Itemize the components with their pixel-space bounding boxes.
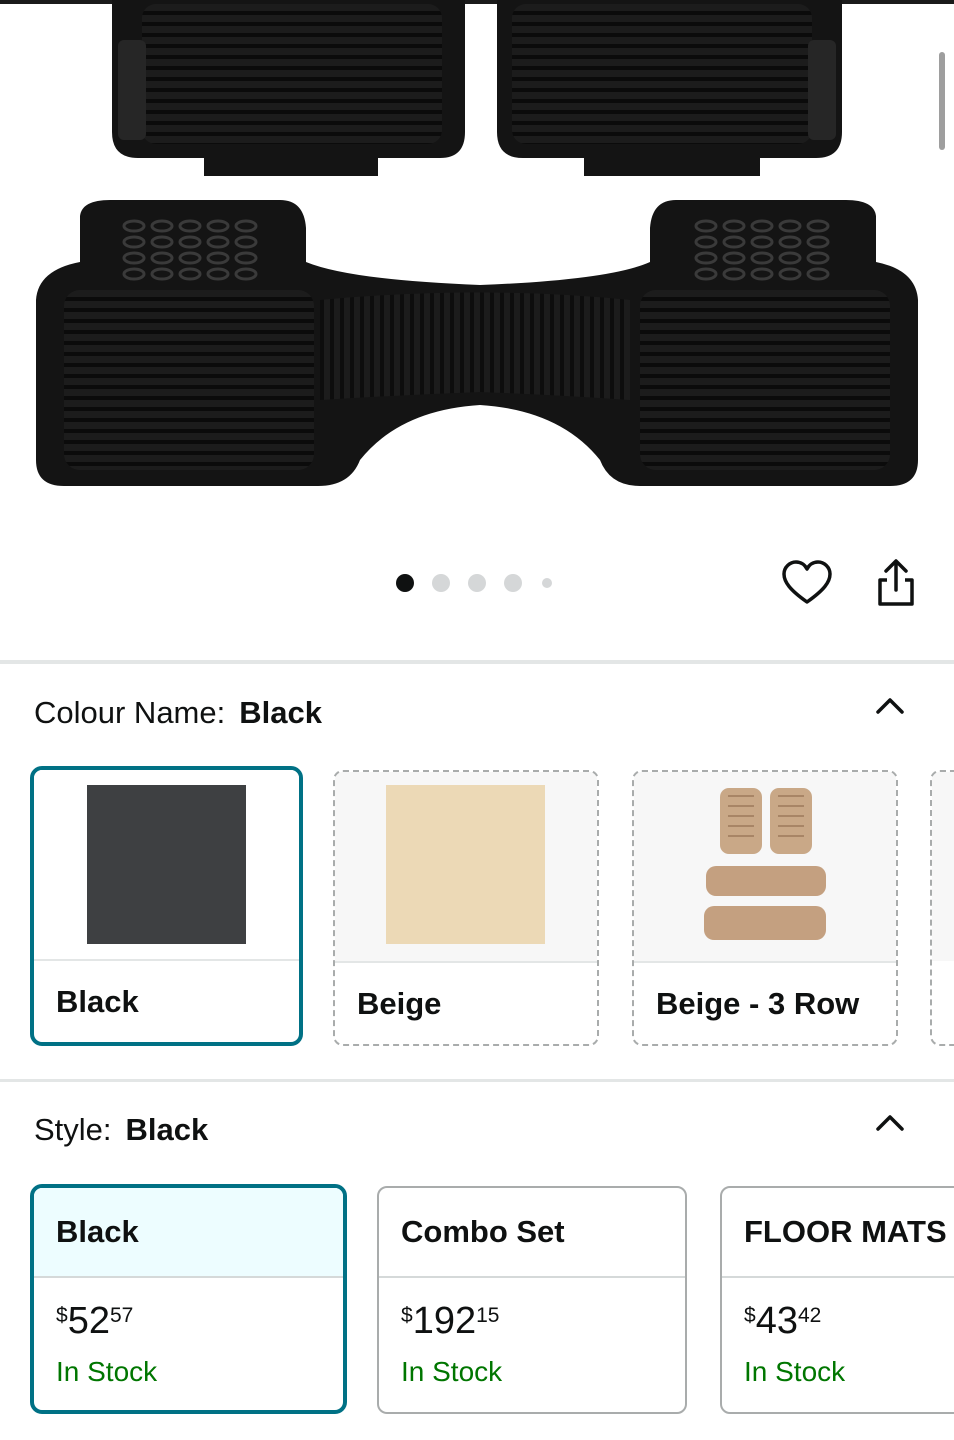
style-option-price: $4342 <box>744 1300 821 1343</box>
style-option-header: FLOOR MATS <box>722 1188 954 1276</box>
chevron-up-icon[interactable] <box>870 1107 910 1137</box>
colour-option-label: Black <box>56 984 139 1019</box>
front-right-mat <box>497 0 842 176</box>
style-option-price: $5257 <box>56 1300 133 1343</box>
style-option-divider <box>34 1276 343 1278</box>
carousel-dot-3[interactable] <box>468 574 486 592</box>
colour-swatch-image <box>932 772 954 961</box>
carousel-dot-4[interactable] <box>504 574 522 592</box>
style-option-price: $19215 <box>401 1300 499 1343</box>
colour-option-beige[interactable]: Beige <box>333 770 599 1046</box>
colour-option-partial[interactable] <box>930 770 954 1046</box>
swatch-divider <box>335 961 597 963</box>
style-value: Black <box>125 1112 209 1147</box>
style-heading: Style: Black <box>34 1112 208 1148</box>
price-whole: 192 <box>412 1300 477 1342</box>
style-option-name: Black <box>56 1214 139 1249</box>
colour-option-label: Beige <box>357 986 442 1021</box>
style-option-header: Combo Set <box>379 1188 685 1276</box>
beige-color-chip <box>386 785 545 944</box>
wishlist-button[interactable] <box>780 558 834 610</box>
swatch-divider <box>34 959 299 961</box>
product-image[interactable] <box>0 0 954 520</box>
colour-swatch-image <box>34 770 299 959</box>
heart-icon <box>782 560 832 604</box>
price-fraction: 15 <box>476 1304 500 1327</box>
price-fraction: 42 <box>797 1304 822 1327</box>
rear-mat <box>36 200 918 486</box>
colour-option-black[interactable]: Black <box>30 766 303 1046</box>
style-option-black[interactable]: Black $5257 In Stock <box>30 1184 347 1414</box>
beige-mats-thumbnail <box>704 788 826 940</box>
style-option-name: FLOOR MATS <box>744 1214 947 1249</box>
style-option-divider <box>722 1276 954 1278</box>
scrollbar-thumb[interactable] <box>939 52 945 150</box>
chevron-up-icon[interactable] <box>870 690 910 720</box>
swatch-divider <box>634 961 896 963</box>
colour-swatch-image <box>335 772 597 961</box>
style-option-divider <box>379 1276 685 1278</box>
colour-option-label: Beige - 3 Row <box>656 986 860 1021</box>
colour-name-value: Black <box>239 695 322 730</box>
section-divider <box>0 660 954 664</box>
price-whole: 43 <box>755 1300 798 1342</box>
style-label: Style: <box>34 1112 112 1147</box>
style-option-floor-mats[interactable]: FLOOR MATS $4342 In Stock <box>720 1186 954 1414</box>
price-symbol: $ <box>401 1304 413 1327</box>
colour-option-beige-3-row[interactable]: Beige - 3 Row <box>632 770 898 1046</box>
stock-status: In Stock <box>56 1356 158 1387</box>
black-color-chip <box>87 785 246 944</box>
share-icon <box>878 559 914 606</box>
price-symbol: $ <box>744 1304 756 1327</box>
image-carousel-dots[interactable] <box>394 573 564 593</box>
style-option-header: Black <box>34 1188 343 1276</box>
share-button[interactable] <box>872 556 920 610</box>
price-fraction: 57 <box>109 1304 134 1327</box>
style-option-name: Combo Set <box>401 1214 565 1249</box>
price-symbol: $ <box>56 1304 68 1327</box>
colour-name-heading: Colour Name: Black <box>34 695 322 731</box>
carousel-dot-5[interactable] <box>542 578 552 588</box>
colour-swatch-image <box>634 772 896 961</box>
carousel-dot-1[interactable] <box>396 574 414 592</box>
front-left-mat <box>112 0 465 176</box>
colour-name-label: Colour Name: <box>34 695 226 730</box>
stock-status: In Stock <box>744 1356 846 1387</box>
section-divider <box>0 1079 954 1082</box>
stock-status: In Stock <box>401 1356 503 1387</box>
price-whole: 52 <box>67 1300 110 1342</box>
style-option-combo-set[interactable]: Combo Set $19215 In Stock <box>377 1186 687 1414</box>
carousel-dot-2[interactable] <box>432 574 450 592</box>
